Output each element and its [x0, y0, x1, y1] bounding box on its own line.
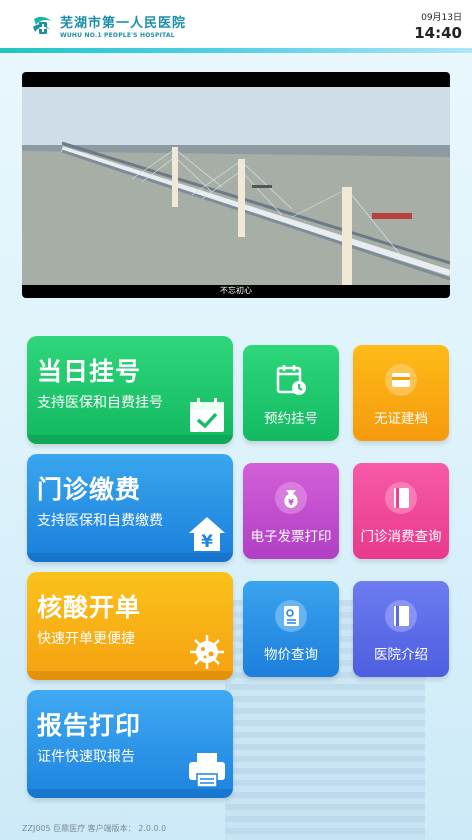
card-label: 门诊消费查询	[360, 529, 442, 545]
nucleic-acid-order-button[interactable]: 核酸开单 快速开单更便捷	[27, 572, 233, 680]
card-title: 门诊缴费	[37, 475, 142, 504]
svg-text:¥: ¥	[288, 498, 294, 507]
price-query-button[interactable]: 物价查询	[243, 581, 339, 677]
appointment-registration-button[interactable]: 预约挂号	[243, 345, 339, 441]
app-header: 芜湖市第一人民医院 WUHU NO.1 PEOPLE'S HOSPITAL 09…	[0, 0, 472, 52]
card-title: 报告打印	[37, 711, 142, 740]
calendar-clock-icon	[274, 363, 308, 397]
card-subtitle: 支持医保和自费缴费	[37, 513, 163, 529]
outpatient-expense-query-button[interactable]: 门诊消费查询	[353, 463, 449, 559]
card-label: 医院介绍	[374, 647, 428, 663]
hospital-introduction-button[interactable]: 医院介绍	[353, 581, 449, 677]
date-label: 09月13日	[421, 13, 462, 23]
hospital-logo-icon	[30, 13, 56, 39]
money-bag-icon: ¥	[274, 481, 308, 515]
yuan-house-icon: ¥	[187, 514, 227, 554]
datetime: 09月13日 14:40	[414, 10, 462, 42]
hospital-logo: 芜湖市第一人民医院 WUHU NO.1 PEOPLE'S HOSPITAL	[30, 12, 186, 39]
time-label: 14:40	[414, 24, 462, 42]
hospital-name-en: WUHU NO.1 PEOPLE'S HOSPITAL	[60, 32, 175, 39]
printer-icon	[187, 750, 227, 790]
outpatient-payment-button[interactable]: 门诊缴费 支持医保和自费缴费 ¥	[27, 454, 233, 562]
card-label: 预约挂号	[264, 411, 318, 427]
card-title: 当日挂号	[37, 357, 142, 386]
virus-icon	[187, 632, 227, 672]
card-subtitle: 证件快速取报告	[37, 749, 135, 765]
card-title: 核酸开单	[37, 593, 142, 622]
bridge-video-frame	[22, 87, 450, 285]
card-label: 电子发票打印	[250, 529, 332, 545]
video-player[interactable]: 不忘初心	[22, 72, 450, 298]
book-icon	[384, 599, 418, 633]
hospital-name-cn: 芜湖市第一人民医院	[60, 16, 187, 31]
document-search-icon	[274, 599, 308, 633]
video-caption: 不忘初心	[220, 286, 252, 295]
header-divider	[0, 48, 472, 53]
card-subtitle: 支持医保和自费挂号	[37, 395, 163, 411]
same-day-registration-button[interactable]: 当日挂号 支持医保和自费挂号	[27, 336, 233, 444]
book-icon	[384, 481, 418, 515]
e-invoice-print-button[interactable]: ¥ 电子发票打印	[243, 463, 339, 559]
footer-version: ZZJ005 巨鼎医疗 客户端版本： 2.0.0.0	[22, 824, 167, 833]
card-label: 无证建档	[374, 411, 428, 427]
card-label: 物价查询	[264, 647, 318, 663]
card-subtitle: 快速开单更便捷	[37, 631, 135, 647]
svg-text:¥: ¥	[201, 532, 213, 552]
calendar-check-icon	[187, 396, 227, 436]
card-icon	[384, 363, 418, 397]
no-id-registration-button[interactable]: 无证建档	[353, 345, 449, 441]
report-print-button[interactable]: 报告打印 证件快速取报告	[27, 690, 233, 798]
